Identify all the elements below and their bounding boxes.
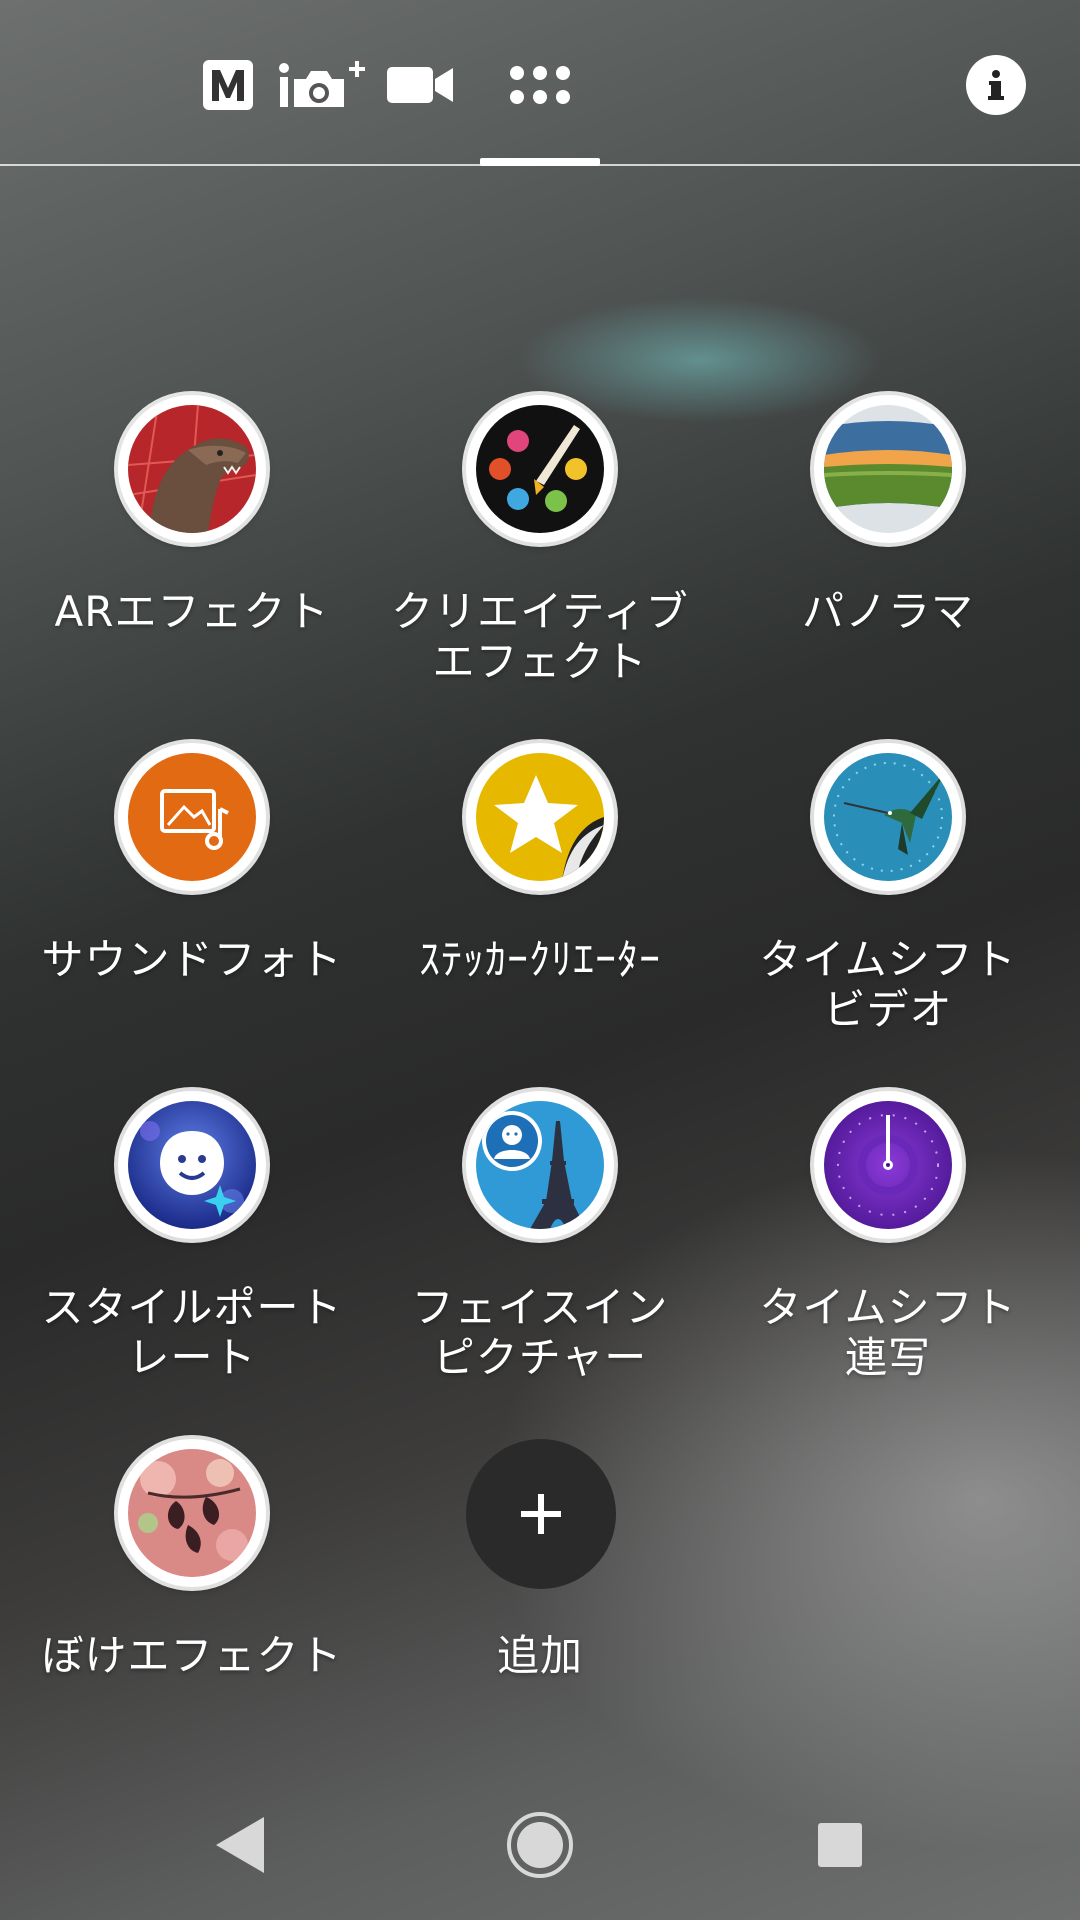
app-timeshift-burst[interactable]: タイムシフト 連写 (714, 1091, 1062, 1391)
manual-mode-button[interactable] (196, 46, 260, 124)
app-icon-frame (814, 1091, 962, 1239)
selected-mode-indicator (480, 158, 600, 166)
home-button[interactable] (485, 1790, 595, 1900)
app-icon-frame (466, 743, 614, 891)
app-icon-frame (466, 1091, 614, 1239)
mode-bar (0, 0, 1080, 166)
app-label: 追加 (496, 1631, 583, 1680)
intelligent-auto-mode-button[interactable] (278, 46, 374, 124)
app-icon-frame (814, 743, 962, 891)
creative-effect-palette-icon (476, 405, 604, 533)
timeshift-video-hummingbird-icon (824, 753, 952, 881)
grid-dots-icon (510, 66, 570, 104)
app-icon-frame (814, 395, 962, 543)
sticker-creator-star-icon (476, 753, 604, 881)
ar-effect-dinosaur-icon (128, 405, 256, 533)
bokeh-effect-leaves-icon (128, 1449, 256, 1577)
app-label: ぼけエフェクト (41, 1631, 343, 1680)
panorama-landscape-icon (824, 405, 952, 533)
app-style-portrait[interactable]: スタイルポート レート (18, 1091, 366, 1391)
info-icon (988, 70, 1004, 100)
app-timeshift-video[interactable]: タイムシフト ビデオ (714, 743, 1062, 1043)
timeshift-burst-clock-icon (824, 1101, 952, 1229)
app-bokeh-effect[interactable]: ぼけエフェクト (18, 1439, 366, 1739)
app-icon-frame (118, 1091, 266, 1239)
recents-square-icon (818, 1823, 862, 1867)
home-circle-icon (507, 1812, 573, 1878)
face-in-picture-eiffel-icon (476, 1101, 604, 1229)
app-face-in-picture[interactable]: フェイスイン ピクチャー (366, 1091, 714, 1391)
app-creative-effect[interactable]: クリエイティブ エフェクト (366, 395, 714, 695)
app-label: パノラマ (801, 587, 974, 636)
recents-button[interactable] (785, 1790, 895, 1900)
system-navigation-bar (0, 1790, 1080, 1900)
plus-icon (521, 1494, 561, 1534)
app-label: ｽﾃｯｶｰｸﾘｴｰﾀｰ (418, 935, 661, 984)
style-portrait-face-icon (128, 1101, 256, 1229)
app-icon-frame (118, 1439, 266, 1587)
app-panorama[interactable]: パノラマ (714, 395, 1062, 695)
sound-photo-icon (128, 753, 256, 881)
app-label: タイムシフト ビデオ (759, 935, 1017, 1034)
app-icon-frame (466, 395, 614, 543)
camera-plus-icon (279, 61, 365, 107)
video-camera-icon (387, 67, 453, 103)
app-sound-photo[interactable]: サウンドフォト (18, 743, 366, 1043)
apps-mode-button[interactable] (500, 46, 580, 124)
back-triangle-icon (216, 1817, 264, 1873)
back-button[interactable] (185, 1790, 295, 1900)
app-label: フェイスイン ピクチャー (411, 1283, 669, 1382)
app-label: タイムシフト 連写 (759, 1283, 1017, 1382)
app-icon-frame (118, 395, 266, 543)
app-label: ARエフェクト (54, 587, 330, 636)
app-label: クリエイティブ エフェクト (391, 587, 689, 686)
app-label: スタイルポート レート (41, 1283, 343, 1382)
video-mode-button[interactable] (384, 46, 456, 124)
info-button[interactable] (966, 55, 1026, 115)
app-ar-effect[interactable]: ARエフェクト (18, 395, 366, 695)
app-icon-frame (118, 743, 266, 891)
app-sticker-creator[interactable]: ｽﾃｯｶｰｸﾘｴｰﾀｰ (366, 743, 714, 1043)
app-add[interactable]: 追加 (366, 1439, 714, 1739)
manual-m-icon (203, 60, 253, 110)
add-button[interactable] (466, 1439, 616, 1589)
app-label: サウンドフォト (41, 935, 343, 984)
